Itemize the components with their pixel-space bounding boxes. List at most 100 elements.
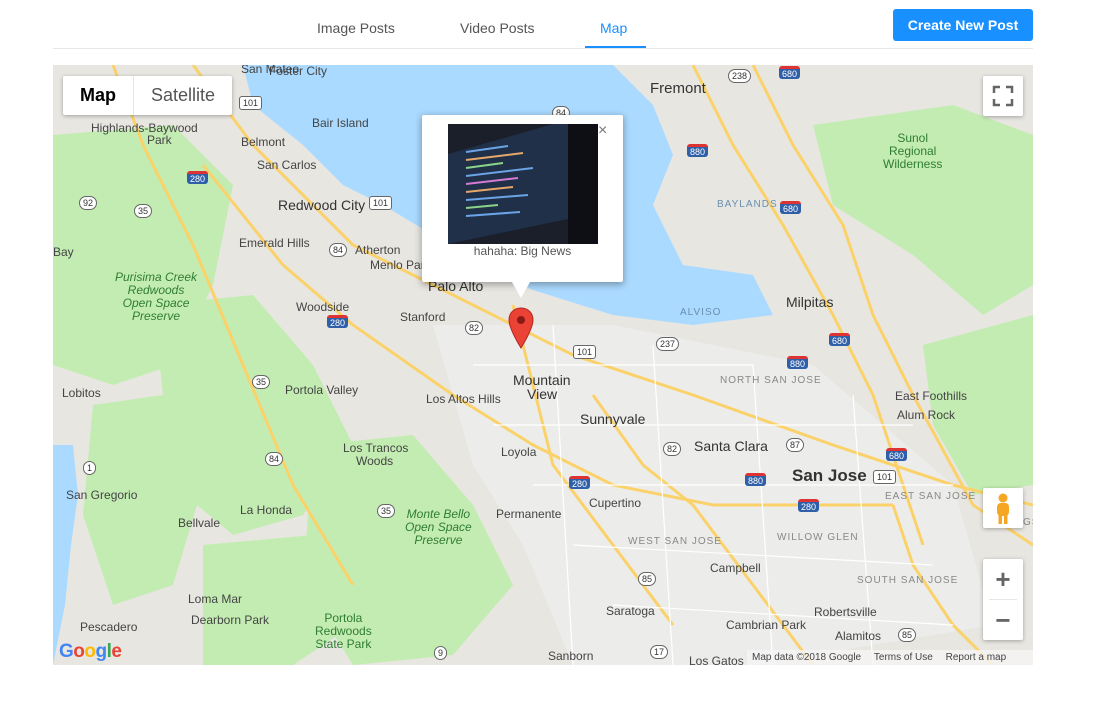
label-east-foothills: East Foothills: [895, 389, 968, 403]
label-cambrian-park: Cambrian Park: [726, 618, 807, 632]
shield-17: 17: [650, 645, 669, 659]
tab-map[interactable]: Map: [600, 20, 627, 36]
info-window-pointer: [512, 282, 530, 298]
street-view-button[interactable]: [983, 488, 1023, 528]
label-milpitas: Milpitas: [786, 294, 834, 310]
terms-of-use-link[interactable]: Terms of Use: [869, 652, 938, 663]
shield-92: 92: [79, 196, 98, 210]
post-thumbnail[interactable]: [448, 124, 598, 244]
create-new-post-button[interactable]: Create New Post: [893, 9, 1033, 41]
label-bay: Bay: [53, 245, 74, 259]
label-los-trancos-2: Woods: [356, 454, 394, 468]
shield-us101: 101: [239, 96, 263, 110]
label-saratoga: Saratoga: [606, 604, 655, 618]
shield-35: 35: [134, 204, 153, 218]
zoom-in-button[interactable]: +: [983, 559, 1023, 599]
label-menlo-park: Menlo Par: [370, 258, 425, 272]
label-campbell: Campbell: [710, 561, 761, 575]
label-purisima: Purisima Creek Redwoods Open Space Preserv…: [115, 270, 198, 323]
fullscreen-icon: [992, 85, 1014, 107]
label-fremont: Fremont: [650, 80, 706, 97]
label-highlands-park: Park: [147, 133, 172, 147]
shield-i680: 680: [829, 333, 851, 346]
pegman-icon: [997, 493, 1009, 524]
code-screenshot-image: [448, 124, 598, 244]
label-sunol: Sunol Regional Wilderness: [883, 131, 943, 171]
label-alum-rock: Alum Rock: [897, 408, 956, 422]
label-san-jose: San Jose: [792, 466, 867, 485]
label-los-gatos: Los Gatos: [689, 654, 744, 665]
shield-i880: 880: [787, 356, 809, 369]
shield-84: 84: [329, 243, 348, 257]
label-la-honda: La Honda: [240, 503, 293, 517]
label-dearborn-park: Dearborn Park: [191, 613, 270, 627]
close-icon[interactable]: ×: [598, 122, 607, 140]
label-foster-city: Foster City: [269, 65, 328, 78]
label-alamitos: Alamitos: [835, 629, 882, 643]
shield-238: 238: [728, 69, 752, 83]
shield-35: 35: [252, 375, 271, 389]
shield-i280: 280: [569, 476, 591, 489]
info-window: hahaha: Big News ×: [422, 115, 623, 298]
label-highlands: Highlands-Baywood: [91, 121, 198, 135]
shield-i280: 280: [798, 499, 820, 512]
label-willow-glen: WILLOW GLEN: [777, 532, 859, 543]
shield-i880: 880: [745, 473, 767, 486]
label-baylands: BAYLANDS: [717, 199, 778, 210]
label-los-altos-hills: Los Altos Hills: [426, 392, 501, 406]
shield-9: 9: [434, 646, 448, 660]
map-type-satellite-button[interactable]: Satellite: [133, 76, 232, 115]
map-type-map-button[interactable]: Map: [63, 76, 133, 115]
shield-i280: 280: [327, 315, 349, 328]
shield-i880: 880: [687, 144, 709, 157]
shield-85: 85: [638, 572, 657, 586]
label-portola-redwoods: Portola Redwoods State Park: [315, 611, 372, 651]
map-view[interactable]: Fremont San Mateo Foster City Highlands-…: [53, 65, 1033, 665]
post-caption: hahaha: Big News: [473, 244, 572, 258]
label-east-san-jose: EAST SAN JOSE: [885, 491, 977, 502]
label-bellvale: Bellvale: [178, 516, 221, 530]
label-redwood-city: Redwood City: [278, 197, 366, 213]
shield-us101: 101: [573, 345, 597, 359]
label-atherton: Atherton: [355, 243, 401, 257]
label-san-gregorio: San Gregorio: [66, 488, 138, 502]
label-sunnyvale: Sunnyvale: [580, 411, 646, 427]
label-robertsville: Robertsville: [814, 605, 877, 619]
shield-84: 84: [265, 452, 284, 466]
map-attribution: Map data ©2018 Google Terms of Use Repor…: [747, 650, 1033, 665]
label-emerald-hills: Emerald Hills: [239, 236, 310, 250]
shield-35: 35: [377, 504, 396, 518]
shield-82: 82: [663, 442, 682, 456]
tab-image-posts[interactable]: Image Posts: [317, 20, 395, 36]
active-tab-indicator: [585, 46, 646, 48]
label-pescadero: Pescadero: [80, 620, 138, 634]
label-portola-valley: Portola Valley: [285, 383, 359, 397]
label-bair-island: Bair Island: [312, 116, 369, 130]
map-type-control: Map Satellite: [63, 76, 233, 115]
shield-1: 1: [83, 461, 97, 475]
label-cupertino: Cupertino: [589, 496, 642, 510]
fullscreen-button[interactable]: [983, 76, 1023, 116]
label-stanford: Stanford: [400, 310, 446, 324]
label-woodside: Woodside: [296, 300, 350, 314]
label-north-san-jose: NORTH SAN JOSE: [720, 375, 822, 386]
label-west-san-jose: WEST SAN JOSE: [628, 536, 722, 547]
google-logo: Google: [59, 641, 122, 662]
shield-237: 237: [656, 337, 680, 351]
label-monte-bello: Monte Bello Open Space Preserve: [405, 507, 472, 547]
post-tabs: Image Posts Video Posts Map: [53, 0, 1033, 49]
label-south-san-jose: SOUTH SAN JOSE: [857, 575, 959, 586]
shield-us101: 101: [873, 470, 897, 484]
label-mountain-view-2: View: [527, 386, 558, 402]
tab-video-posts[interactable]: Video Posts: [460, 20, 534, 36]
shield-i680: 680: [780, 201, 802, 214]
map-marker-icon[interactable]: [508, 307, 534, 349]
label-loyola: Loyola: [501, 445, 537, 459]
label-loma-mar: Loma Mar: [188, 592, 243, 606]
zoom-control: + −: [983, 559, 1023, 640]
label-san-carlos: San Carlos: [257, 158, 317, 172]
label-santa-clara: Santa Clara: [694, 438, 768, 454]
map-data-text: Map data ©2018 Google: [752, 652, 862, 663]
zoom-out-button[interactable]: −: [983, 600, 1023, 640]
label-permanente: Permanente: [496, 507, 562, 521]
